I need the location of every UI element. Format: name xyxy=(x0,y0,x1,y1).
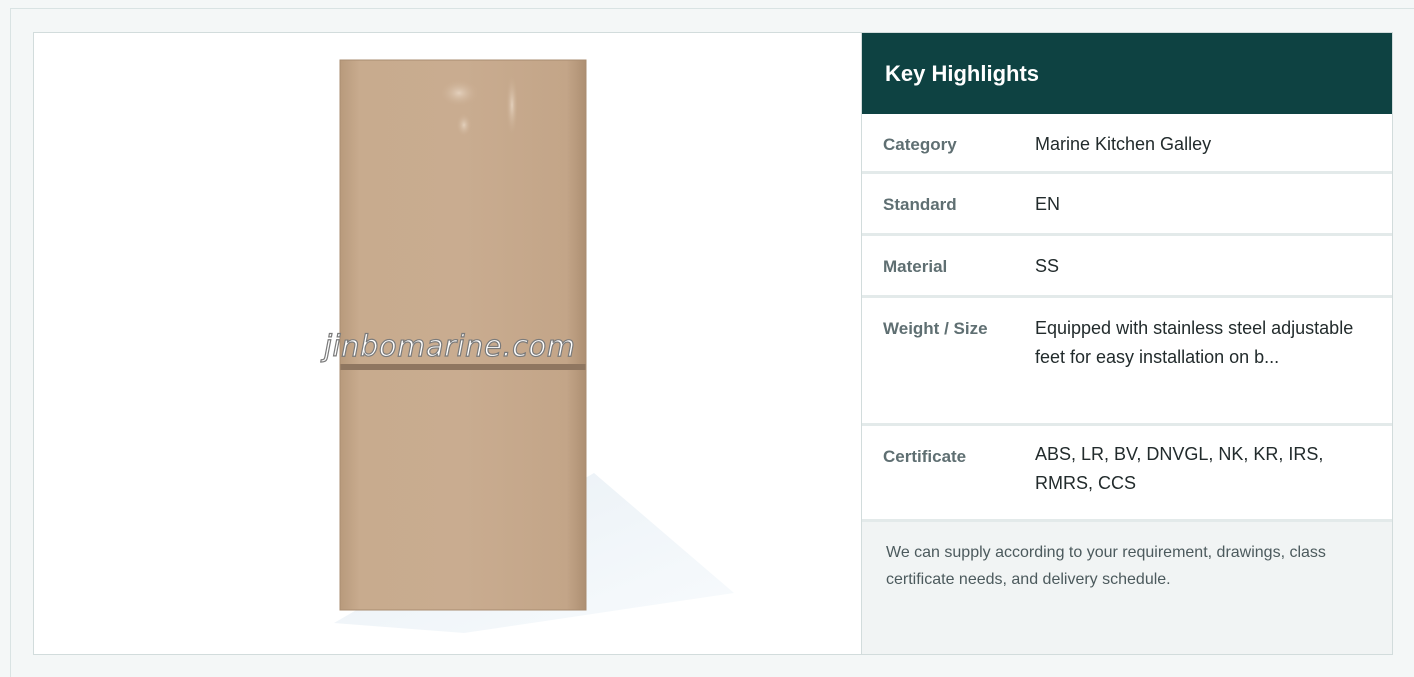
product-highlight-card: jinbomarine.com Key Highlights Category … xyxy=(33,32,1393,655)
spec-value: ABS, LR, BV, DNVGL, NK, KR, IRS, RMRS, C… xyxy=(1035,444,1324,493)
spec-value: SS xyxy=(1035,256,1060,276)
spec-label: Category xyxy=(883,135,957,154)
spec-value: Equipped with stainless steel adjustable… xyxy=(1035,318,1354,367)
spec-row-category: Category Marine Kitchen Galley xyxy=(862,114,1392,174)
key-highlights-title: Key Highlights xyxy=(862,33,1392,114)
product-image-panel: jinbomarine.com xyxy=(34,33,862,654)
key-highlights-panel: Key Highlights Category Marine Kitchen G… xyxy=(862,33,1392,654)
spec-label: Standard xyxy=(883,195,957,214)
spec-label: Certificate xyxy=(883,447,967,466)
fridge-door-divider xyxy=(340,364,586,370)
image-watermark: jinbomarine.com xyxy=(323,328,576,363)
spec-label: Material xyxy=(883,257,948,276)
spec-label: Weight / Size xyxy=(883,319,988,338)
spec-value: Marine Kitchen Galley xyxy=(1035,134,1212,154)
spec-row-certificate: Certificate ABS, LR, BV, DNVGL, NK, KR, … xyxy=(862,426,1392,522)
supply-note: We can supply according to your requirem… xyxy=(862,522,1392,654)
spec-row-weight-size: Weight / Size Equipped with stainless st… xyxy=(862,298,1392,426)
spec-row-material: Material SS xyxy=(862,236,1392,298)
fridge-lower-door xyxy=(340,370,586,610)
spec-row-standard: Standard EN xyxy=(862,174,1392,236)
spec-value: EN xyxy=(1035,194,1061,214)
